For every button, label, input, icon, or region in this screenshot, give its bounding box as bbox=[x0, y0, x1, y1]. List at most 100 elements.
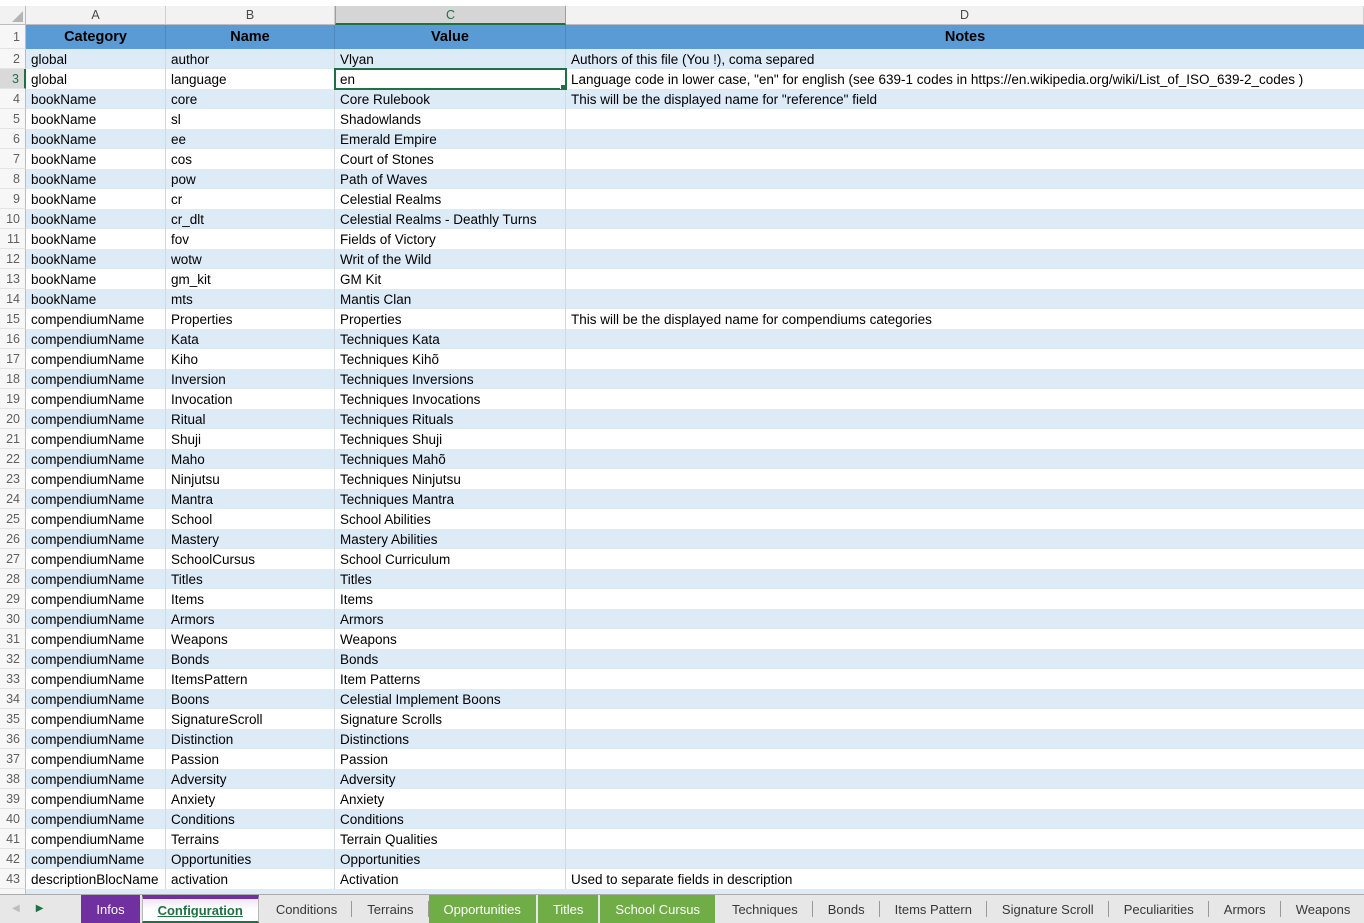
cell-notes[interactable] bbox=[566, 369, 1364, 389]
row-header-43[interactable]: 43 bbox=[0, 869, 26, 889]
cell-notes[interactable] bbox=[566, 209, 1364, 229]
cell-value[interactable]: Writ of the Wild bbox=[335, 249, 566, 269]
cell-value[interactable]: School Abilities bbox=[335, 509, 566, 529]
sheet-tab-school-cursus[interactable]: School Cursus bbox=[600, 895, 715, 923]
cell-name[interactable]: gm_kit bbox=[166, 269, 335, 289]
cell-value[interactable]: Court of Stones bbox=[335, 149, 566, 169]
sheet-tab-conditions[interactable]: Conditions bbox=[261, 895, 352, 923]
row-header-29[interactable]: 29 bbox=[0, 589, 26, 609]
cell-name[interactable]: Opportunities bbox=[166, 849, 335, 869]
cell-category[interactable]: compendiumName bbox=[26, 829, 166, 849]
cell-value[interactable]: Weapons bbox=[335, 629, 566, 649]
cell-notes[interactable] bbox=[566, 169, 1364, 189]
cell-name[interactable]: School bbox=[166, 509, 335, 529]
cell-value[interactable]: Properties bbox=[335, 309, 566, 329]
cell-value[interactable]: Vlyan bbox=[335, 49, 566, 69]
cell-name[interactable]: cos bbox=[166, 149, 335, 169]
cell-name[interactable]: Weapons bbox=[166, 629, 335, 649]
cell-notes[interactable] bbox=[566, 529, 1364, 549]
cell-category[interactable]: bookName bbox=[26, 109, 166, 129]
cell-value[interactable]: Signature Scrolls bbox=[335, 709, 566, 729]
row-header-35[interactable]: 35 bbox=[0, 709, 26, 729]
row-header-2[interactable]: 2 bbox=[0, 49, 26, 69]
row-header-15[interactable]: 15 bbox=[0, 309, 26, 329]
cell-value[interactable]: Adversity bbox=[335, 769, 566, 789]
cell-value[interactable]: Armors bbox=[335, 609, 566, 629]
cell-notes[interactable] bbox=[566, 709, 1364, 729]
column-header-a[interactable]: A bbox=[26, 6, 166, 25]
cell-notes[interactable] bbox=[566, 389, 1364, 409]
cell-notes[interactable] bbox=[566, 769, 1364, 789]
cell-notes[interactable] bbox=[566, 609, 1364, 629]
cell-value[interactable]: Activation bbox=[335, 869, 566, 889]
cell-value[interactable]: Techniques Ninjutsu bbox=[335, 469, 566, 489]
cell-name[interactable]: Terrains bbox=[166, 829, 335, 849]
cell-category[interactable]: bookName bbox=[26, 249, 166, 269]
cell-category[interactable]: compendiumName bbox=[26, 649, 166, 669]
cell-name[interactable]: Ritual bbox=[166, 409, 335, 429]
cell-category[interactable]: compendiumName bbox=[26, 469, 166, 489]
cell-category[interactable]: bookName bbox=[26, 269, 166, 289]
cell-category[interactable]: compendiumName bbox=[26, 349, 166, 369]
row-header-25[interactable]: 25 bbox=[0, 509, 26, 529]
sheet-tab-titles[interactable]: Titles bbox=[538, 895, 599, 923]
cell-value[interactable]: Core Rulebook bbox=[335, 89, 566, 109]
cell-value[interactable]: Titles bbox=[335, 569, 566, 589]
cell-value[interactable]: Item Patterns bbox=[335, 669, 566, 689]
cell-value[interactable]: Items bbox=[335, 589, 566, 609]
sheet-tab-terrains[interactable]: Terrains bbox=[352, 895, 428, 923]
cell-name[interactable]: Conditions bbox=[166, 809, 335, 829]
row-header-28[interactable]: 28 bbox=[0, 569, 26, 589]
row-header-42[interactable]: 42 bbox=[0, 849, 26, 869]
cell-category[interactable]: compendiumName bbox=[26, 629, 166, 649]
cell-value[interactable]: Techniques Kihõ bbox=[335, 349, 566, 369]
cell-name[interactable]: Items bbox=[166, 589, 335, 609]
row-header-37[interactable]: 37 bbox=[0, 749, 26, 769]
cell-name[interactable]: Boons bbox=[166, 689, 335, 709]
cell-value[interactable]: Mastery Abilities bbox=[335, 529, 566, 549]
column-header-d[interactable]: D bbox=[566, 6, 1364, 25]
cell-notes[interactable] bbox=[566, 449, 1364, 469]
cell-category[interactable]: compendiumName bbox=[26, 389, 166, 409]
cell-name[interactable]: fov bbox=[166, 229, 335, 249]
cell-name[interactable]: cr bbox=[166, 189, 335, 209]
cell-name[interactable]: Kata bbox=[166, 329, 335, 349]
row-header-14[interactable]: 14 bbox=[0, 289, 26, 309]
cell-value[interactable]: Celestial Realms bbox=[335, 189, 566, 209]
row-header-5[interactable]: 5 bbox=[0, 109, 26, 129]
cell-name[interactable]: Armors bbox=[166, 609, 335, 629]
cell-notes[interactable] bbox=[566, 489, 1364, 509]
sheet-tab-peculiarities[interactable]: Peculiarities bbox=[1109, 895, 1209, 923]
select-all-corner[interactable] bbox=[0, 6, 26, 25]
cell-notes[interactable]: Authors of this file (You !), coma separ… bbox=[566, 49, 1364, 69]
next-sheet-icon[interactable]: ▶ bbox=[36, 904, 44, 914]
row-header-6[interactable]: 6 bbox=[0, 129, 26, 149]
cell-value[interactable]: Celestial Realms - Deathly Turns bbox=[335, 209, 566, 229]
cell-category[interactable]: bookName bbox=[26, 129, 166, 149]
cell-value[interactable]: Bonds bbox=[335, 649, 566, 669]
cell-notes[interactable] bbox=[566, 809, 1364, 829]
cell-category[interactable]: compendiumName bbox=[26, 569, 166, 589]
sheet-tab-configuration[interactable]: Configuration bbox=[142, 895, 259, 923]
cell-name[interactable]: pow bbox=[166, 169, 335, 189]
cell-name[interactable]: wotw bbox=[166, 249, 335, 269]
cell-name[interactable]: Ninjutsu bbox=[166, 469, 335, 489]
cell-name[interactable]: SchoolCursus bbox=[166, 549, 335, 569]
row-header-27[interactable]: 27 bbox=[0, 549, 26, 569]
sheet-tab-infos[interactable]: Infos bbox=[81, 895, 139, 923]
cell-value[interactable]: Passion bbox=[335, 749, 566, 769]
cell-category[interactable]: compendiumName bbox=[26, 509, 166, 529]
cell-name[interactable]: Distinction bbox=[166, 729, 335, 749]
row-header-26[interactable]: 26 bbox=[0, 529, 26, 549]
row-header-21[interactable]: 21 bbox=[0, 429, 26, 449]
row-header-13[interactable]: 13 bbox=[0, 269, 26, 289]
sheet-tab-items-pattern[interactable]: Items Pattern bbox=[880, 895, 987, 923]
cell-name[interactable]: Titles bbox=[166, 569, 335, 589]
cell-name[interactable]: activation bbox=[166, 869, 335, 889]
cell-notes[interactable] bbox=[566, 729, 1364, 749]
cell-value[interactable]: GM Kit bbox=[335, 269, 566, 289]
cell-notes[interactable] bbox=[566, 109, 1364, 129]
cell-name[interactable]: ItemsPattern bbox=[166, 669, 335, 689]
cell-notes[interactable] bbox=[566, 289, 1364, 309]
cell-value[interactable]: Techniques Kata bbox=[335, 329, 566, 349]
